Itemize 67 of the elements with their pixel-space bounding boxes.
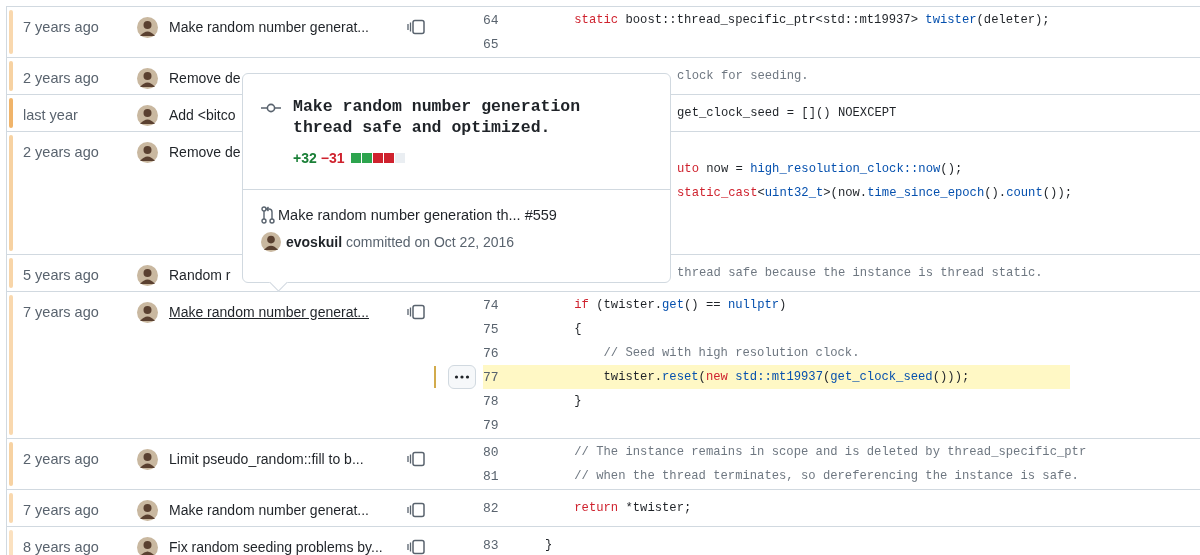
code-line: thread safe because the instance is thread static. xyxy=(677,266,1043,280)
commit-age: 7 years ago xyxy=(23,19,100,35)
avatar-icon[interactable] xyxy=(137,499,158,521)
avatar-icon[interactable] xyxy=(137,448,158,470)
commit-message-link[interactable]: Make random number generat... xyxy=(169,19,395,35)
avatar-icon xyxy=(261,232,281,252)
code-line: static_cast<uint32_t>(now.time_since_epoch().count()); xyxy=(677,186,1072,200)
avatar-icon[interactable] xyxy=(137,104,158,126)
code-line: uto now = high_resolution_clock::now(); xyxy=(677,162,963,176)
author-link[interactable]: evoskuil xyxy=(286,234,343,250)
commit-age: 7 years ago xyxy=(23,304,100,320)
line-number: 82 xyxy=(483,500,500,516)
commit-age: 8 years ago xyxy=(23,539,100,555)
avatar-icon[interactable] xyxy=(137,67,158,89)
avatar-icon[interactable] xyxy=(137,264,158,286)
code-line: } xyxy=(545,538,553,552)
avatar-icon[interactable] xyxy=(137,16,158,38)
avatar-icon[interactable] xyxy=(137,141,158,163)
code-line: { xyxy=(573,322,582,336)
commit-age: 2 years ago xyxy=(23,451,100,467)
pull-request-link[interactable]: Make random number generation th... #559 xyxy=(278,207,557,223)
deletions-count: −31 xyxy=(320,150,345,166)
commit-date: committed on Oct 22, 2016 xyxy=(346,234,515,250)
code-line: // Seed with high resolution clock. xyxy=(602,346,860,360)
commit-icon xyxy=(261,102,281,114)
code-line: // The instance remains in scope and is deleted by thread_specific_ptr xyxy=(573,445,1087,459)
dots-icon xyxy=(454,375,470,379)
commit-age: 5 years ago xyxy=(23,267,100,283)
code-line: // when the thread terminates, so dereferencing the instance is safe. xyxy=(573,469,1079,483)
commit-age: 7 years ago xyxy=(23,502,100,518)
line-number: 78 xyxy=(483,393,500,409)
line-number: 64 xyxy=(483,12,500,28)
avatar-icon[interactable] xyxy=(137,301,158,323)
line-number: 81 xyxy=(483,468,500,484)
reblame-icon[interactable] xyxy=(406,501,426,519)
line-number: 80 xyxy=(483,444,500,460)
commit-age: 2 years ago xyxy=(23,70,100,86)
reblame-icon[interactable] xyxy=(406,303,426,321)
code-line: get_clock_seed = []() NOEXCEPT xyxy=(677,106,897,120)
code-line: if (twister.get() == nullptr) xyxy=(573,298,787,312)
reblame-icon[interactable] xyxy=(406,538,426,555)
line-number: 74 xyxy=(483,297,500,313)
commit-message-link[interactable]: Fix random seeding problems by... xyxy=(169,539,395,555)
pull-request-icon xyxy=(261,206,275,224)
additions-count: +32 xyxy=(293,150,317,166)
commit-message-link[interactable]: Limit pseudo_random::fill to b... xyxy=(169,451,395,467)
line-number: 65 xyxy=(483,36,500,52)
code-line: return *twister; xyxy=(573,501,692,515)
reblame-icon[interactable] xyxy=(406,18,426,36)
commit-age: 2 years ago xyxy=(23,144,100,160)
more-options-button[interactable] xyxy=(448,365,476,389)
line-number: 79 xyxy=(483,417,500,433)
code-line: static boost::thread_specific_ptr<std::mt19937> twister(deleter); xyxy=(573,13,1050,27)
code-line: } xyxy=(573,394,582,408)
commit-age: last year xyxy=(23,107,79,123)
commit-title: Make random number generation thread safe and optimized. xyxy=(293,96,582,138)
line-number: 83 xyxy=(483,537,500,553)
code-line: twister.reset(new std::mt19937(get_clock_seed())); xyxy=(602,370,970,384)
avatar-icon[interactable] xyxy=(137,536,158,555)
commit-message-link[interactable]: Make random number generat... xyxy=(169,502,395,518)
line-number: 75 xyxy=(483,321,500,337)
line-number: 76 xyxy=(483,345,500,361)
code-line: clock for seeding. xyxy=(677,69,809,83)
commit-message-link[interactable]: Make random number generat... xyxy=(169,304,395,320)
highlight-marker xyxy=(434,366,436,388)
line-number: 77 xyxy=(483,369,500,385)
reblame-icon[interactable] xyxy=(406,450,426,468)
